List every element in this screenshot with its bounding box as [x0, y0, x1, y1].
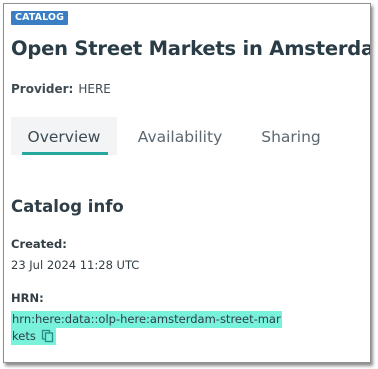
tab-overview[interactable]: Overview	[11, 117, 117, 155]
hrn-label: HRN:	[11, 291, 44, 305]
tab-bar: Overview Availability Sharing	[11, 117, 361, 155]
copy-icon[interactable]	[41, 329, 55, 343]
active-tab-indicator	[22, 152, 108, 155]
catalog-panel: CATALOG Open Street Markets in Amsterdam…	[3, 3, 371, 363]
tab-overview-label: Overview	[27, 128, 101, 146]
catalog-info-heading: Catalog info	[11, 197, 124, 216]
hrn-text-line-2: kets	[11, 328, 57, 345]
tab-availability-label: Availability	[137, 128, 223, 146]
hrn-text-line-1: hrn:here:data::olp-here:amsterdam-street…	[11, 311, 282, 328]
provider-label: Provider:	[11, 82, 74, 96]
tab-sharing[interactable]: Sharing	[251, 117, 331, 155]
created-label: Created:	[11, 237, 67, 251]
page-title: Open Street Markets in Amsterdam	[11, 37, 371, 60]
tab-availability[interactable]: Availability	[129, 117, 231, 155]
created-value: 23 Jul 2024 11:28 UTC	[11, 258, 140, 272]
provider-row: Provider: HERE	[11, 82, 111, 96]
catalog-badge: CATALOG	[11, 11, 68, 25]
provider-value: HERE	[78, 82, 111, 96]
hrn-value: hrn:here:data::olp-here:amsterdam-street…	[11, 311, 287, 345]
tab-sharing-label: Sharing	[261, 128, 321, 146]
hrn-text-line-2-value: kets	[12, 329, 36, 343]
